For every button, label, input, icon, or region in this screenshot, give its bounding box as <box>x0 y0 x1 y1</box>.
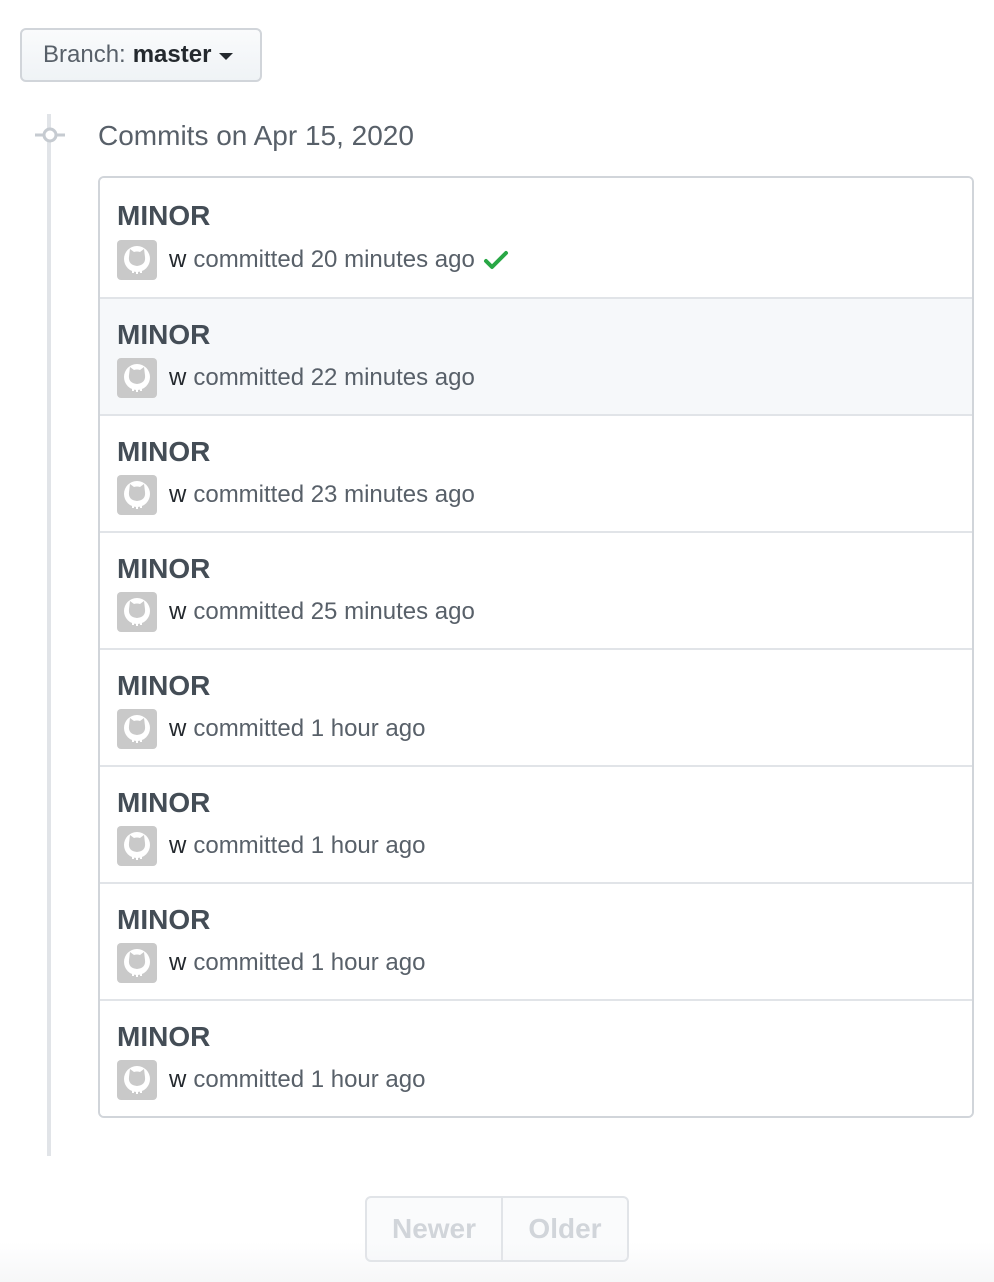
commit-row[interactable]: MINOR w committed 1 hour ago <box>100 999 972 1116</box>
octocat-avatar-icon[interactable] <box>117 475 157 515</box>
check-icon[interactable] <box>483 249 509 271</box>
branch-select-button[interactable]: Branch: master <box>20 28 262 82</box>
commit-title-link[interactable]: MINOR <box>117 670 210 702</box>
commit-meta: w committed 1 hour ago <box>169 832 425 860</box>
commit-meta: w committed 22 minutes ago <box>169 364 475 392</box>
branch-name-label: master <box>132 41 212 68</box>
commit-meta: w committed 23 minutes ago <box>169 481 475 509</box>
commit-meta: w committed 1 hour ago <box>169 949 425 977</box>
commit-author-link[interactable]: w <box>169 832 186 860</box>
commit-author-link[interactable]: w <box>169 598 186 626</box>
timeline-line <box>47 114 51 1156</box>
caret-down-icon <box>219 53 234 60</box>
pagination: Newer Older <box>365 1196 629 1262</box>
commit-meta: w committed 25 minutes ago <box>169 598 475 626</box>
commit-row[interactable]: MINOR w committed 1 hour ago <box>100 765 972 882</box>
commit-title-link[interactable]: MINOR <box>117 553 210 585</box>
octocat-avatar-icon[interactable] <box>117 1060 157 1100</box>
commit-time: committed 1 hour ago <box>193 949 426 976</box>
commit-meta: w committed 20 minutes ago <box>169 246 509 274</box>
git-commit-icon <box>35 127 65 143</box>
octocat-avatar-icon[interactable] <box>117 358 157 398</box>
octocat-avatar-icon[interactable] <box>117 240 157 280</box>
commit-time: committed 25 minutes ago <box>193 598 475 625</box>
commit-row[interactable]: MINOR w committed 1 hour ago <box>100 648 972 765</box>
commit-time: committed 20 minutes ago <box>193 246 475 273</box>
commit-row[interactable]: MINOR w committed 23 minutes ago <box>100 414 972 531</box>
commit-row[interactable]: MINOR w committed 25 minutes ago <box>100 531 972 648</box>
commit-row[interactable]: MINOR w committed 22 minutes ago <box>100 297 972 414</box>
octocat-avatar-icon[interactable] <box>117 943 157 983</box>
commit-time: committed 23 minutes ago <box>193 481 475 508</box>
commit-list: MINOR w committed 20 minutes ago MINOR w… <box>98 176 974 1118</box>
commit-title-link[interactable]: MINOR <box>117 436 210 468</box>
commit-author-link[interactable]: w <box>169 246 186 274</box>
commit-title-link[interactable]: MINOR <box>117 1021 210 1053</box>
commit-meta: w committed 1 hour ago <box>169 715 425 743</box>
commit-title-link[interactable]: MINOR <box>117 200 210 232</box>
commit-author-link[interactable]: w <box>169 1066 186 1094</box>
commit-title-link[interactable]: MINOR <box>117 319 210 351</box>
commit-author-link[interactable]: w <box>169 364 186 392</box>
commit-row[interactable]: MINOR w committed 1 hour ago <box>100 882 972 999</box>
octocat-avatar-icon[interactable] <box>117 592 157 632</box>
commit-time: committed 22 minutes ago <box>193 364 475 391</box>
commit-row[interactable]: MINOR w committed 20 minutes ago <box>100 178 972 297</box>
commit-time: committed 1 hour ago <box>193 715 426 742</box>
commit-time: committed 1 hour ago <box>193 1066 426 1093</box>
commit-meta: w committed 1 hour ago <box>169 1066 425 1094</box>
commit-time: committed 1 hour ago <box>193 832 426 859</box>
commit-title-link[interactable]: MINOR <box>117 787 210 819</box>
older-button[interactable]: Older <box>503 1196 629 1262</box>
commit-author-link[interactable]: w <box>169 949 186 977</box>
commits-page: Branch: master Commits on Apr 15, 2020 M… <box>0 0 994 1282</box>
octocat-avatar-icon[interactable] <box>117 826 157 866</box>
branch-prefix-label: Branch: <box>43 41 126 68</box>
commit-author-link[interactable]: w <box>169 715 186 743</box>
commit-group-title: Commits on Apr 15, 2020 <box>98 120 414 151</box>
newer-button[interactable]: Newer <box>365 1196 503 1262</box>
commit-author-link[interactable]: w <box>169 481 186 509</box>
commit-title-link[interactable]: MINOR <box>117 904 210 936</box>
octocat-avatar-icon[interactable] <box>117 709 157 749</box>
